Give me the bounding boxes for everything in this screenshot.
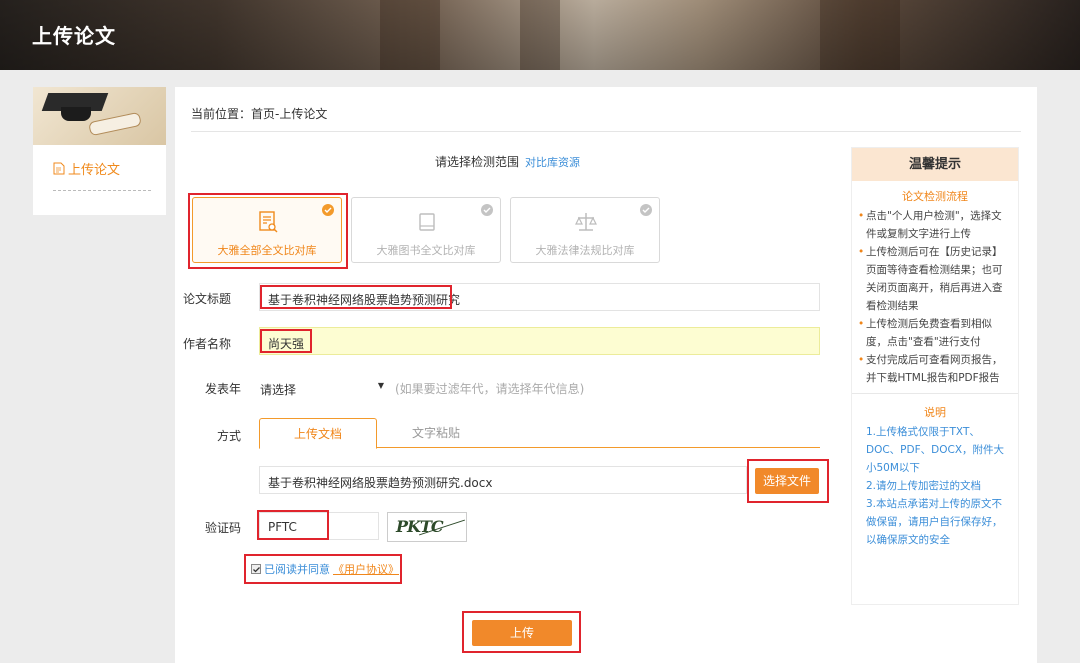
main-panel: 当前位置：首页-上传论文 请选择检测范围 对比库资源 大雅全部全文比对库 大雅图… — [175, 87, 1037, 663]
document-icon — [53, 162, 65, 175]
tips-panel: 温馨提示 论文检测流程 点击"个人用户检测"，选择文件或复制文字进行上传 上传检… — [851, 147, 1019, 605]
file-name: 基于卷积神经网络股票趋势预测研究.docx — [268, 476, 493, 490]
agree-text: 已阅读并同意 — [264, 563, 330, 576]
process-title: 论文检测流程 — [902, 190, 968, 203]
list-item: 3.本站点承诺对上传的原文不做保留，请用户自行保存好，以确保原文的安全 — [866, 498, 1003, 546]
author-value: 尚天强 — [268, 337, 305, 351]
db-card-label: 大雅全部全文比对库 — [217, 244, 317, 257]
captcha-image[interactable]: PKTC — [387, 512, 467, 542]
mode-label: 方式 — [216, 429, 241, 443]
sidebar: 上传论文 — [33, 87, 166, 215]
db-card-books[interactable]: 大雅图书全文比对库 — [351, 197, 501, 263]
divider — [191, 131, 1021, 132]
scales-icon — [575, 213, 597, 231]
captcha-label: 验证码 — [204, 521, 241, 535]
page-title: 上传论文 — [32, 24, 116, 48]
document-search-icon — [259, 211, 278, 233]
book-icon — [419, 213, 435, 231]
agree-checkbox[interactable] — [251, 564, 261, 574]
list-item: 支付完成后可查看网页报告，并下载HTML报告和PDF报告 — [858, 351, 1012, 387]
scope-label: 请选择检测范围 — [435, 155, 520, 169]
upload-button[interactable]: 上传 — [472, 620, 572, 646]
year-label: 发表年 — [204, 382, 241, 396]
db-card-law[interactable]: 大雅法律法规比对库 — [510, 197, 660, 263]
title-label: 论文标题 — [183, 292, 232, 306]
tab-upload-document[interactable]: 上传文档 — [259, 418, 377, 449]
db-card-all[interactable]: 大雅全部全文比对库 — [192, 197, 342, 263]
title-value: 基于卷积神经网络股票趋势预测研究 — [268, 293, 461, 307]
check-icon — [481, 204, 493, 216]
sidebar-item-upload[interactable]: 上传论文 — [53, 159, 151, 191]
agreement-row[interactable]: 已阅读并同意 《用户协议》 — [251, 561, 399, 577]
notes-title: 说明 — [924, 406, 946, 419]
tips-list: 点击"个人用户检测"，选择文件或复制文字进行上传 上传检测后可在【历史记录】页面… — [852, 207, 1018, 387]
sidebar-item-label: 上传论文 — [68, 163, 121, 178]
tips-title: 温馨提示 — [852, 148, 1018, 181]
header-banner: 上传论文 — [0, 0, 1080, 70]
notes-list: 1.上传格式仅限于TXT、DOC、PDF、DOCX，附件大小50M以下 2.请勿… — [852, 420, 1018, 549]
dropdown-arrow-icon: ▼ — [377, 381, 384, 390]
list-item: 1.上传格式仅限于TXT、DOC、PDF、DOCX，附件大小50M以下 — [866, 426, 1005, 474]
file-path-field[interactable]: 基于卷积神经网络股票趋势预测研究.docx — [259, 466, 747, 494]
divider — [852, 393, 1018, 394]
diploma-icon — [88, 111, 142, 137]
db-card-label: 大雅图书全文比对库 — [376, 244, 476, 257]
title-input[interactable]: 基于卷积神经网络股票趋势预测研究 — [259, 283, 820, 311]
tab-paste-text[interactable]: 文字粘贴 — [377, 418, 495, 449]
year-value: 请选择 — [260, 383, 297, 397]
check-icon — [322, 204, 334, 216]
author-label: 作者名称 — [183, 337, 232, 351]
captcha-value: PFTC — [268, 520, 297, 534]
check-icon — [640, 204, 652, 216]
list-item: 点击"个人用户检测"，选择文件或复制文字进行上传 — [858, 207, 1012, 243]
user-agreement-link[interactable]: 《用户协议》 — [333, 561, 399, 577]
db-card-label: 大雅法律法规比对库 — [535, 244, 635, 257]
year-hint: (如果要过滤年代，请选择年代信息) — [395, 382, 585, 396]
breadcrumb: 当前位置：首页-上传论文 — [191, 107, 328, 121]
scope-resource-link[interactable]: 对比库资源 — [525, 154, 580, 170]
banner-shade — [0, 0, 1080, 70]
list-item: 上传检测后可在【历史记录】页面等待查看检测结果；也可关闭页面离开，稍后再进入查看… — [858, 243, 1012, 315]
captcha-input[interactable]: PFTC — [259, 512, 379, 540]
author-input[interactable]: 尚天强 — [259, 327, 820, 355]
list-item: 2.请勿上传加密过的文档 — [866, 480, 982, 492]
graduation-cap-image — [33, 87, 166, 145]
year-select[interactable]: 请选择 ▼ — [259, 372, 385, 400]
choose-file-button[interactable]: 选择文件 — [755, 468, 819, 494]
cap-base-icon — [61, 107, 91, 121]
upload-tabs: 上传文档 文字粘贴 — [259, 418, 820, 449]
list-item: 上传检测后免费查看到相似度，点击"查看"进行支付 — [858, 315, 1012, 351]
